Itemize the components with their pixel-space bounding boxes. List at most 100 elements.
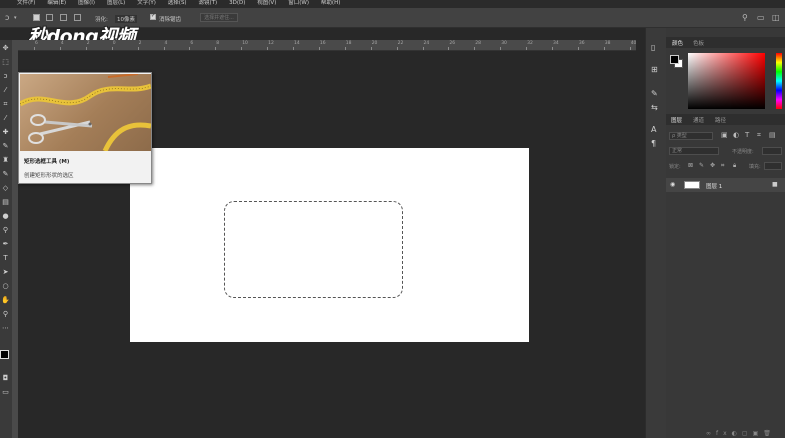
lock-pixels-icon[interactable]: ✎ <box>699 162 704 169</box>
eyedropper-tool-icon[interactable]: ⁄ <box>1 114 10 123</box>
paragraph-panel-icon[interactable]: ¶ <box>651 140 656 148</box>
healing-tool-icon[interactable]: ✚ <box>1 128 10 137</box>
stamp-tool-icon[interactable]: ♜ <box>1 156 10 165</box>
character-panel-icon[interactable]: A <box>651 126 656 134</box>
opacity-input[interactable] <box>762 147 782 155</box>
tab-color[interactable]: 颜色 <box>672 39 683 47</box>
hue-slider[interactable] <box>776 53 782 109</box>
layer-row[interactable]: ◉ 图层 1 ■ <box>666 178 785 192</box>
new-selection-icon[interactable] <box>33 14 40 21</box>
menu-help[interactable]: 帮助(H) <box>321 0 340 6</box>
share-icon[interactable]: ◫ <box>772 14 780 22</box>
tab-channels[interactable]: 通道 <box>693 116 704 124</box>
tooltip-preview-image <box>20 74 151 151</box>
ruler-tick-label: 4 <box>60 41 64 46</box>
quick-select-tool-icon[interactable]: ⁄ <box>1 86 10 95</box>
adjust-panel-icon[interactable]: ⇆ <box>651 104 658 112</box>
ruler-tick-label: 2 <box>138 41 142 46</box>
search-icon[interactable]: ⚲ <box>742 14 748 22</box>
screen-mode-icon[interactable]: ▭ <box>1 388 10 397</box>
zoom-tool-icon[interactable]: ⚲ <box>1 310 10 319</box>
history-brush-icon[interactable]: ✎ <box>1 170 10 179</box>
properties-panel-icon[interactable]: ⊞ <box>651 66 658 74</box>
filter-shape-icon[interactable]: ⌗ <box>757 131 761 140</box>
type-tool-icon[interactable]: T <box>1 254 10 263</box>
layer-name[interactable]: 图层 1 <box>706 182 722 190</box>
eraser-tool-icon[interactable]: ◇ <box>1 184 10 193</box>
lock-transparent-icon[interactable]: ⊠ <box>688 162 693 169</box>
right-panels: 颜色 色板 图层 通道 路径 ρ 类型 ▣ ◐ T ⌗ ▤ 正常 不透明度: 锁… <box>666 28 785 438</box>
ruler-tick <box>34 47 35 50</box>
menu-select[interactable]: 选择(S) <box>168 0 187 6</box>
ruler-tick <box>422 47 424 50</box>
move-tool-icon[interactable]: ✥ <box>1 44 10 53</box>
ruler-tick <box>370 47 372 50</box>
menu-image[interactable]: 图像(I) <box>78 0 95 6</box>
intersect-selection-icon[interactable] <box>74 14 81 21</box>
ruler-tick <box>189 47 191 50</box>
menu-window[interactable]: 窗口(W) <box>288 0 309 6</box>
menu-file[interactable]: 文件(F) <box>17 0 35 6</box>
brush-tool-icon[interactable]: ✎ <box>1 142 10 151</box>
ruler-tick-label: 28 <box>475 41 482 46</box>
tab-layers[interactable]: 图层 <box>671 116 682 124</box>
hand-tool-icon[interactable]: ✋ <box>1 296 10 305</box>
lock-position-icon[interactable]: ✥ <box>710 162 715 169</box>
marquee-tool-icon[interactable]: ⬚ <box>1 58 10 67</box>
ruler-tick-label: 20 <box>371 41 378 46</box>
ruler-tick <box>241 47 243 50</box>
ruler-tick <box>163 47 165 50</box>
filter-smart-icon[interactable]: ▤ <box>769 131 776 139</box>
dodge-tool-icon[interactable]: ⚲ <box>1 226 10 235</box>
path-select-tool-icon[interactable]: ➤ <box>1 268 10 277</box>
menu-filter[interactable]: 滤镜(T) <box>199 0 218 6</box>
menu-type[interactable]: 文字(Y) <box>137 0 156 6</box>
subtract-selection-icon[interactable] <box>60 14 67 21</box>
workspace-icon[interactable]: ▭ <box>757 14 765 22</box>
ruler-tick-label: 38 <box>604 41 611 46</box>
filter-pixel-icon[interactable]: ▣ <box>721 131 728 139</box>
blur-tool-icon[interactable]: ● <box>1 212 10 221</box>
tab-paths[interactable]: 路径 <box>715 116 726 124</box>
ruler-tick <box>629 47 631 50</box>
menu-edit[interactable]: 编辑(E) <box>47 0 66 6</box>
lasso-preset-icon[interactable]: ↄ <box>5 14 9 22</box>
brush-panel-icon[interactable]: ✎ <box>651 90 658 98</box>
foreground-color-swatch[interactable] <box>0 350 9 359</box>
layers-panel-tabs: 图层 通道 路径 <box>666 114 785 125</box>
layer-filter-select[interactable]: ρ 类型 <box>669 132 713 140</box>
shape-tool-icon[interactable]: ○ <box>1 282 10 291</box>
rounded-selection-marquee[interactable] <box>224 201 403 298</box>
fill-input[interactable] <box>764 162 782 170</box>
filter-type-icon[interactable]: T <box>745 131 749 139</box>
add-selection-icon[interactable] <box>46 14 53 21</box>
history-panel-icon[interactable]: ▯ <box>651 44 655 52</box>
gradient-tool-icon[interactable]: ▤ <box>1 198 10 207</box>
ruler-tick-label: 24 <box>423 41 430 46</box>
chevron-down-icon[interactable]: ▾ <box>14 14 17 22</box>
menu-view[interactable]: 视图(V) <box>257 0 276 6</box>
color-picker-field[interactable] <box>688 53 765 109</box>
ruler-tick <box>85 47 87 50</box>
layers-footer-icons[interactable]: ∞fx◐▢▣🗑︎ <box>706 430 776 437</box>
filter-adjust-icon[interactable]: ◐ <box>733 131 739 139</box>
visibility-eye-icon[interactable]: ◉ <box>670 181 675 188</box>
quick-mask-icon[interactable]: ◘ <box>1 374 10 383</box>
lock-all-icon[interactable]: 🔒︎ <box>733 162 736 170</box>
menu-3d[interactable]: 3D(D) <box>229 0 245 6</box>
menu-layer[interactable]: 图层(L) <box>107 0 125 6</box>
layer-lock-icon: ■ <box>772 181 778 188</box>
lock-artboard-icon[interactable]: ⌗ <box>721 162 724 170</box>
blend-mode-select[interactable]: 正常 <box>669 147 719 155</box>
panel-foreground-swatch[interactable] <box>670 55 679 64</box>
antialias-label: 消除锯齿 <box>159 17 182 23</box>
crop-tool-icon[interactable]: ⌗ <box>1 100 10 109</box>
tab-swatches[interactable]: 色板 <box>693 39 704 47</box>
ruler-tick-label: 40 <box>630 41 636 46</box>
more-tools-icon[interactable]: ⋯ <box>1 324 10 333</box>
lasso-tool-icon[interactable]: ↄ <box>1 72 10 81</box>
select-and-mask-button[interactable]: 选择并遮住... <box>200 13 238 22</box>
pen-tool-icon[interactable]: ✒ <box>1 240 10 249</box>
ruler-tick-label: 30 <box>501 41 507 46</box>
antialias-checkbox[interactable] <box>150 13 156 20</box>
